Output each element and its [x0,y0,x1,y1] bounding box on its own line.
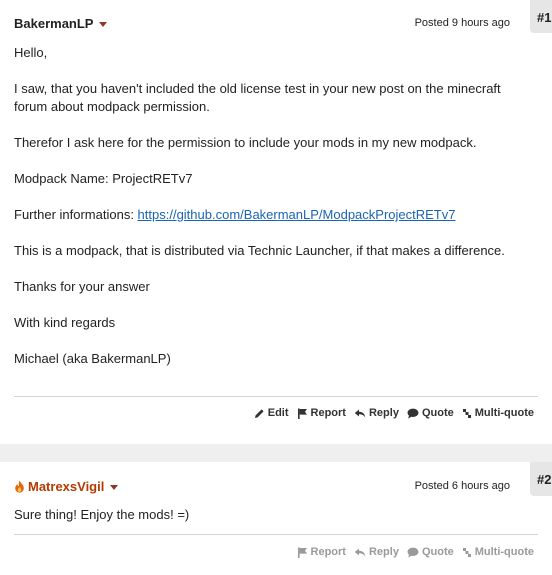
post-paragraph: Further informations: https://github.com… [14,206,510,224]
edit-label: Edit [267,407,289,419]
multiquote-icon [462,408,471,418]
post-paragraph: Thanks for your answer [14,279,150,294]
reply-arrow-icon [354,409,366,417]
post-header: MatrexsVigil Posted 6 hours ago [14,479,510,497]
post-body: Sure thing! Enjoy the mods! =) [14,506,510,542]
quote-button[interactable]: Quote [407,546,454,558]
quote-label: Quote [421,407,454,419]
report-label: Report [310,546,346,558]
post-separator [0,444,552,462]
quote-button[interactable]: Quote [407,407,454,419]
post-paragraph: This is a modpack, that is distributed v… [14,243,505,258]
reply-button[interactable]: Reply [354,546,399,558]
reply-label: Reply [368,546,399,558]
reply-button[interactable]: Reply [354,407,399,419]
report-button[interactable]: Report [297,407,346,419]
multiquote-icon [462,547,471,557]
post-header: BakermanLP Posted 9 hours ago [14,16,510,34]
caret-down-icon[interactable] [99,22,108,27]
report-button[interactable]: Report [297,546,346,558]
divider [14,396,538,397]
post-1: #1 BakermanLP Posted 9 hours ago Hello, … [0,0,552,444]
multiquote-button[interactable]: Multi-quote [462,407,534,419]
multiquote-button[interactable]: Multi-quote [462,546,534,558]
post-paragraph: Sure thing! Enjoy the mods! =) [14,507,190,522]
post-paragraph: Hello, [14,45,48,60]
post-body: Hello, I saw, that you haven't included … [14,44,510,386]
multiquote-label: Multi-quote [474,546,534,558]
post-paragraph: Michael (aka BakermanLP) [14,351,171,366]
pencil-icon [254,408,264,418]
flag-icon [297,408,307,419]
username[interactable]: MatrexsVigil [28,479,104,494]
quote-label: Quote [421,546,454,558]
username-menu[interactable]: MatrexsVigil [14,479,119,494]
github-link[interactable]: https://github.com/BakermanLP/ModpackPro… [138,207,456,222]
post-number[interactable]: #2 [530,462,552,496]
edit-button[interactable]: Edit [254,407,289,419]
flame-icon [15,480,24,493]
post-number[interactable]: #1 [530,0,552,33]
post-actions: Edit Report Reply Quote Multi-quote [246,407,534,419]
reply-label: Reply [368,407,399,419]
posted-time: Posted 6 hours ago [414,480,510,492]
reply-arrow-icon [354,548,366,556]
post-paragraph: With kind regards [14,315,116,330]
speech-bubble-icon [407,547,419,558]
multiquote-label: Multi-quote [474,407,534,419]
link-label: Further informations: [14,207,138,222]
post-paragraph: Modpack Name: ProjectRETv7 [14,171,193,186]
username[interactable]: BakermanLP [14,16,93,31]
post-2: #2 MatrexsVigil Posted 6 hours ago Sure … [0,462,552,575]
post-actions: Report Reply Quote Multi-quote [289,546,534,558]
post-paragraph: Therefor I ask here for the permission t… [14,135,477,150]
username-menu[interactable]: BakermanLP [14,16,108,31]
report-label: Report [310,407,346,419]
flag-icon [297,547,307,558]
posted-time: Posted 9 hours ago [414,17,510,29]
post-paragraph: I saw, that you haven't included the old… [14,81,501,114]
divider [14,534,538,535]
speech-bubble-icon [407,408,419,419]
caret-down-icon[interactable] [110,485,119,490]
